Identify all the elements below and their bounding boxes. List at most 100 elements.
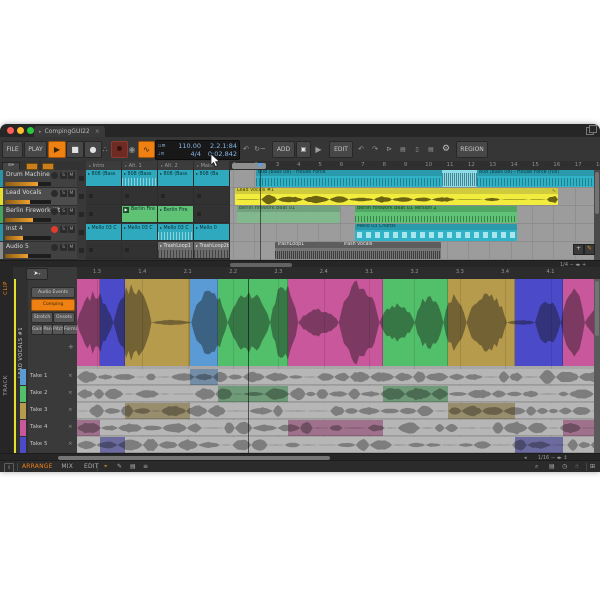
arranger-clip[interactable]: Trash vocals [341,242,441,259]
clip-stop-button[interactable] [79,176,84,181]
file-menu-button[interactable]: FILE [2,141,23,158]
take-selection[interactable] [448,403,515,419]
track-solo-button[interactable]: S [60,226,67,233]
launcher-slot[interactable]: ▸ 808 (Bass [86,170,122,187]
track-solo-button[interactable]: S [60,190,67,197]
take-selection[interactable] [218,386,288,402]
stop-button[interactable]: ■ [66,141,84,158]
take-selection[interactable] [100,437,125,453]
launcher-slot[interactable]: ▸ 808 (Bass [158,170,194,187]
metronome-icon[interactable]: ♩≡ [158,150,165,158]
launcher-slot[interactable] [122,242,158,259]
launcher-slot[interactable] [158,188,194,205]
launcher-slot[interactable] [86,242,122,259]
position-value[interactable]: 2.2.1:84 [210,142,237,150]
launcher-slot[interactable]: ▸ Mello 0 [194,224,230,241]
scene-header-alt-1[interactable]: ▸ Alt. 1 [122,161,158,170]
project-tab[interactable]: ▸CompingGUI22× [34,126,105,137]
stretch-button[interactable]: Stretch [31,312,53,323]
take-lane-5[interactable] [77,437,600,453]
preroll-icon[interactable]: ▫≣ [158,142,166,150]
clip-stop-button[interactable] [79,194,84,199]
minimize-window-button[interactable] [17,127,24,134]
scene-header-main[interactable]: ▸ Main [194,161,230,170]
track-arm-button[interactable] [51,244,58,251]
delete-icon[interactable]: ▯ [410,141,424,158]
arranger-clip[interactable]: Berlin Firework Beat 01 Version 2 [355,206,517,223]
launcher-slot[interactable] [194,188,230,205]
edit-menu-button[interactable]: EDIT [329,141,353,158]
undo-icon[interactable]: ↶ [354,141,368,158]
scene-play-icon[interactable]: ▸ [89,163,91,168]
launcher-slot[interactable] [194,206,230,223]
launcher-slot[interactable]: ▸ Mello 03 C [158,224,194,241]
panel-grid-icon[interactable]: ⊞ [590,463,595,470]
search-icon[interactable]: ⌕ [535,463,539,471]
take-label[interactable]: Take 2 [30,390,47,396]
take-selection[interactable] [125,403,190,419]
arrow-tool-button[interactable]: ➤▾ [26,268,48,280]
arranger-clip[interactable]: Berlin Firework Beat 01 [237,206,340,223]
audio-events-button[interactable]: Audio Events [31,287,75,298]
add-track-button[interactable]: ADD [272,141,295,158]
nudge-icon[interactable]: ⊳ [382,141,396,158]
play-button[interactable]: ▶ [48,141,66,158]
scene-play-icon[interactable]: ▸ [125,163,127,168]
time-signature-value[interactable]: 4/4 [191,150,201,158]
paste-icon[interactable]: ▤ [424,141,438,158]
launcher-slot[interactable]: ▸ TrashLoop2b [194,242,230,259]
arranger-pencil-button[interactable]: ✎ [584,244,595,255]
track-header-lead-vocals[interactable]: Lead VocalsSM [0,188,77,206]
arranger-track-row[interactable]: 808 (Bass 08) - House Force 808 (Bass 08)… [230,170,600,188]
arranger-clip[interactable]: 808 (Bass 08) - House Force [256,170,442,187]
comp-vertical-scrollbar[interactable] [594,279,600,453]
clip-stop-button[interactable] [79,230,84,235]
redo-icon[interactable]: ↷ [368,141,382,158]
onsets-button[interactable]: Onsets [53,312,75,323]
close-window-button[interactable] [7,127,14,134]
take-selection[interactable] [515,437,563,453]
arranger-clip[interactable]: 808 (Bass 08) - House Force (full) [477,170,600,187]
arranger-zoom-add-button[interactable]: + [573,244,584,255]
arranger-track-row[interactable]: Lead Vocals #1∿ [230,188,600,206]
scene-header-alt-2[interactable]: ▸ Alt. 2 [158,161,194,170]
clip-stop-button[interactable] [79,248,84,253]
settings-gear-button[interactable]: ⚙ [438,141,454,158]
track-mute-button[interactable]: M [68,208,75,215]
overdub-icon[interactable]: ∴ [98,141,112,158]
tempo-value[interactable]: 110.00 [178,142,201,150]
take-selection[interactable] [77,420,100,436]
take-selection[interactable] [383,386,448,402]
arranger-playhead-marker[interactable] [257,163,263,168]
take-label[interactable]: Take 4 [30,424,47,430]
track-mute-button[interactable]: M [68,172,75,179]
take-remove-icon[interactable]: × [68,441,73,447]
take-lane-1[interactable] [77,369,600,385]
take-remove-icon[interactable]: × [68,424,73,430]
keyboard-icon[interactable]: ▤ [130,463,136,470]
launcher-slot[interactable]: ▸ 808 (Ba [194,170,230,187]
launcher-slot[interactable]: ▶Berlin Fire [122,206,158,223]
region-button[interactable]: REGION [456,141,488,158]
history-clock-icon[interactable]: ◷ [562,463,567,470]
save-icon[interactable]: ▣ [296,141,311,158]
track-arm-button[interactable] [51,208,58,215]
tools-icon[interactable]: ⌖ [104,463,108,471]
info-icon[interactable]: i [4,463,14,472]
track-mute-button[interactable]: M [68,244,75,251]
file-browser-icon[interactable]: ▤ [549,463,555,470]
track-header-berlin-firework-kit[interactable]: Berlin Firework KitSM [0,206,77,224]
view-switch-arrange[interactable]: ARRANGE [22,463,53,470]
export-play-icon[interactable]: ▶ [311,141,326,158]
track-header-audio-5[interactable]: Audio 5SM [0,242,77,260]
scene-play-icon[interactable]: ▸ [161,163,163,168]
copy-icon[interactable]: ▤ [396,141,410,158]
time-value[interactable]: 0:02.842 [208,150,237,158]
arranger-clip[interactable] [442,170,477,187]
comp-editor-body[interactable] [77,279,600,453]
launcher-slot[interactable] [122,188,158,205]
loop-toggle-icon[interactable]: ↻~ [251,141,269,158]
automation-toggle-button[interactable]: ∿ [138,141,155,158]
track-solo-button[interactable]: S [60,244,67,251]
take-label[interactable]: Take 1 [30,373,47,379]
